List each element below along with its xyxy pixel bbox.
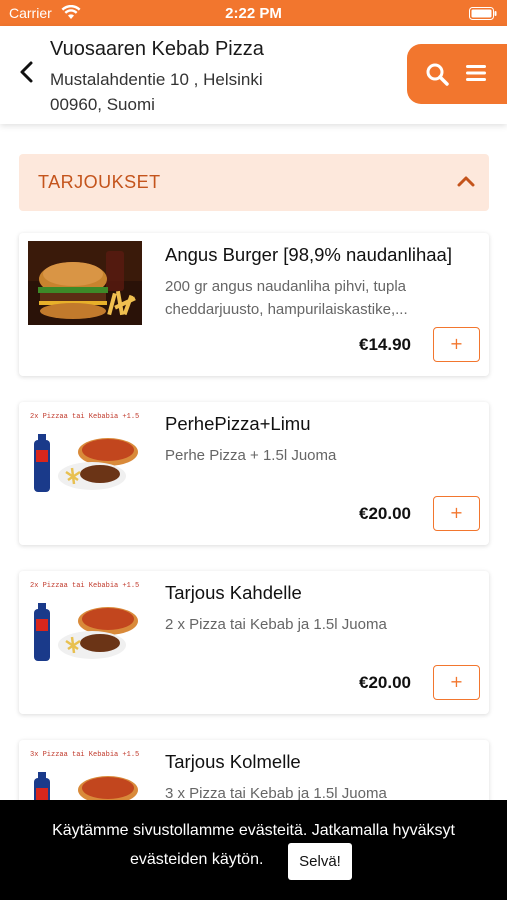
image-caption: 2x Pizzaa tai Kebabia +1.5 l Juoma — [30, 582, 142, 590]
product-image-pizza-combo: 2x Pizzaa tai Kebabia +1.5 l Juoma — [28, 410, 142, 494]
product-title: Angus Burger [98,9% naudanlihaa] — [165, 244, 452, 265]
section-header-offers[interactable]: TARJOUKSET — [19, 154, 489, 211]
restaurant-header: Vuosaaren Kebab Pizza Mustalahdentie 10 … — [0, 26, 507, 124]
add-to-cart-button[interactable]: + — [433, 496, 480, 531]
chevron-up-icon[interactable] — [457, 174, 475, 188]
add-to-cart-button[interactable]: + — [433, 327, 480, 362]
cookie-accept-button[interactable]: Selvä! — [288, 843, 352, 880]
battery-icon — [469, 7, 497, 20]
product-card[interactable]: 2x Pizzaa tai Kebabia +1.5 l Juoma Tarjo… — [19, 571, 489, 714]
restaurant-address: Mustalahdentie 10 , Helsinki — [50, 70, 263, 89]
product-card[interactable]: 2x Pizzaa tai Kebabia +1.5 l Juoma Perhe… — [19, 402, 489, 545]
product-image-burger — [28, 241, 142, 325]
product-price: €20.00 — [359, 504, 411, 523]
status-time: 2:22 PM — [225, 5, 282, 22]
product-description: 2 x Pizza tai Kebab ja 1.5l Juoma — [165, 616, 387, 633]
section-title: TARJOUKSET — [38, 172, 161, 192]
search-icon[interactable] — [425, 62, 449, 86]
cookie-message-cont: evästeiden käytön. — [130, 851, 264, 868]
back-icon[interactable] — [17, 60, 37, 84]
image-caption: 2x Pizzaa tai Kebabia +1.5 l Juoma — [30, 413, 142, 421]
product-image-pizza-combo: 2x Pizzaa tai Kebabia +1.5 l Juoma — [28, 579, 142, 663]
product-title: Tarjous Kolmelle — [165, 751, 301, 772]
product-title: PerhePizza+Limu — [165, 413, 311, 434]
menu-icon[interactable] — [465, 63, 487, 83]
restaurant-postal: 00960, Suomi — [50, 95, 155, 114]
image-caption: 3x Pizzaa tai Kebabia +1.5 l Juoma — [30, 751, 142, 759]
cookie-message: Käytämme sivustollamme evästeitä. Jatkam… — [52, 822, 455, 839]
add-to-cart-button[interactable]: + — [433, 665, 480, 700]
header-actions — [407, 44, 507, 104]
cookie-banner: Käytämme sivustollamme evästeitä. Jatkam… — [0, 800, 507, 900]
status-bar: Carrier 2:22 PM — [0, 0, 507, 26]
product-description: 200 gr angus naudanliha pihvi, tupla che… — [165, 278, 408, 318]
product-title: Tarjous Kahdelle — [165, 582, 302, 603]
restaurant-name: Vuosaaren Kebab Pizza — [50, 38, 264, 60]
product-card[interactable]: Angus Burger [98,9% naudanlihaa] 200 gr … — [19, 233, 489, 376]
product-price: €20.00 — [359, 673, 411, 692]
product-description: Perhe Pizza + 1.5l Juoma — [165, 447, 337, 464]
product-price: €14.90 — [359, 335, 411, 354]
